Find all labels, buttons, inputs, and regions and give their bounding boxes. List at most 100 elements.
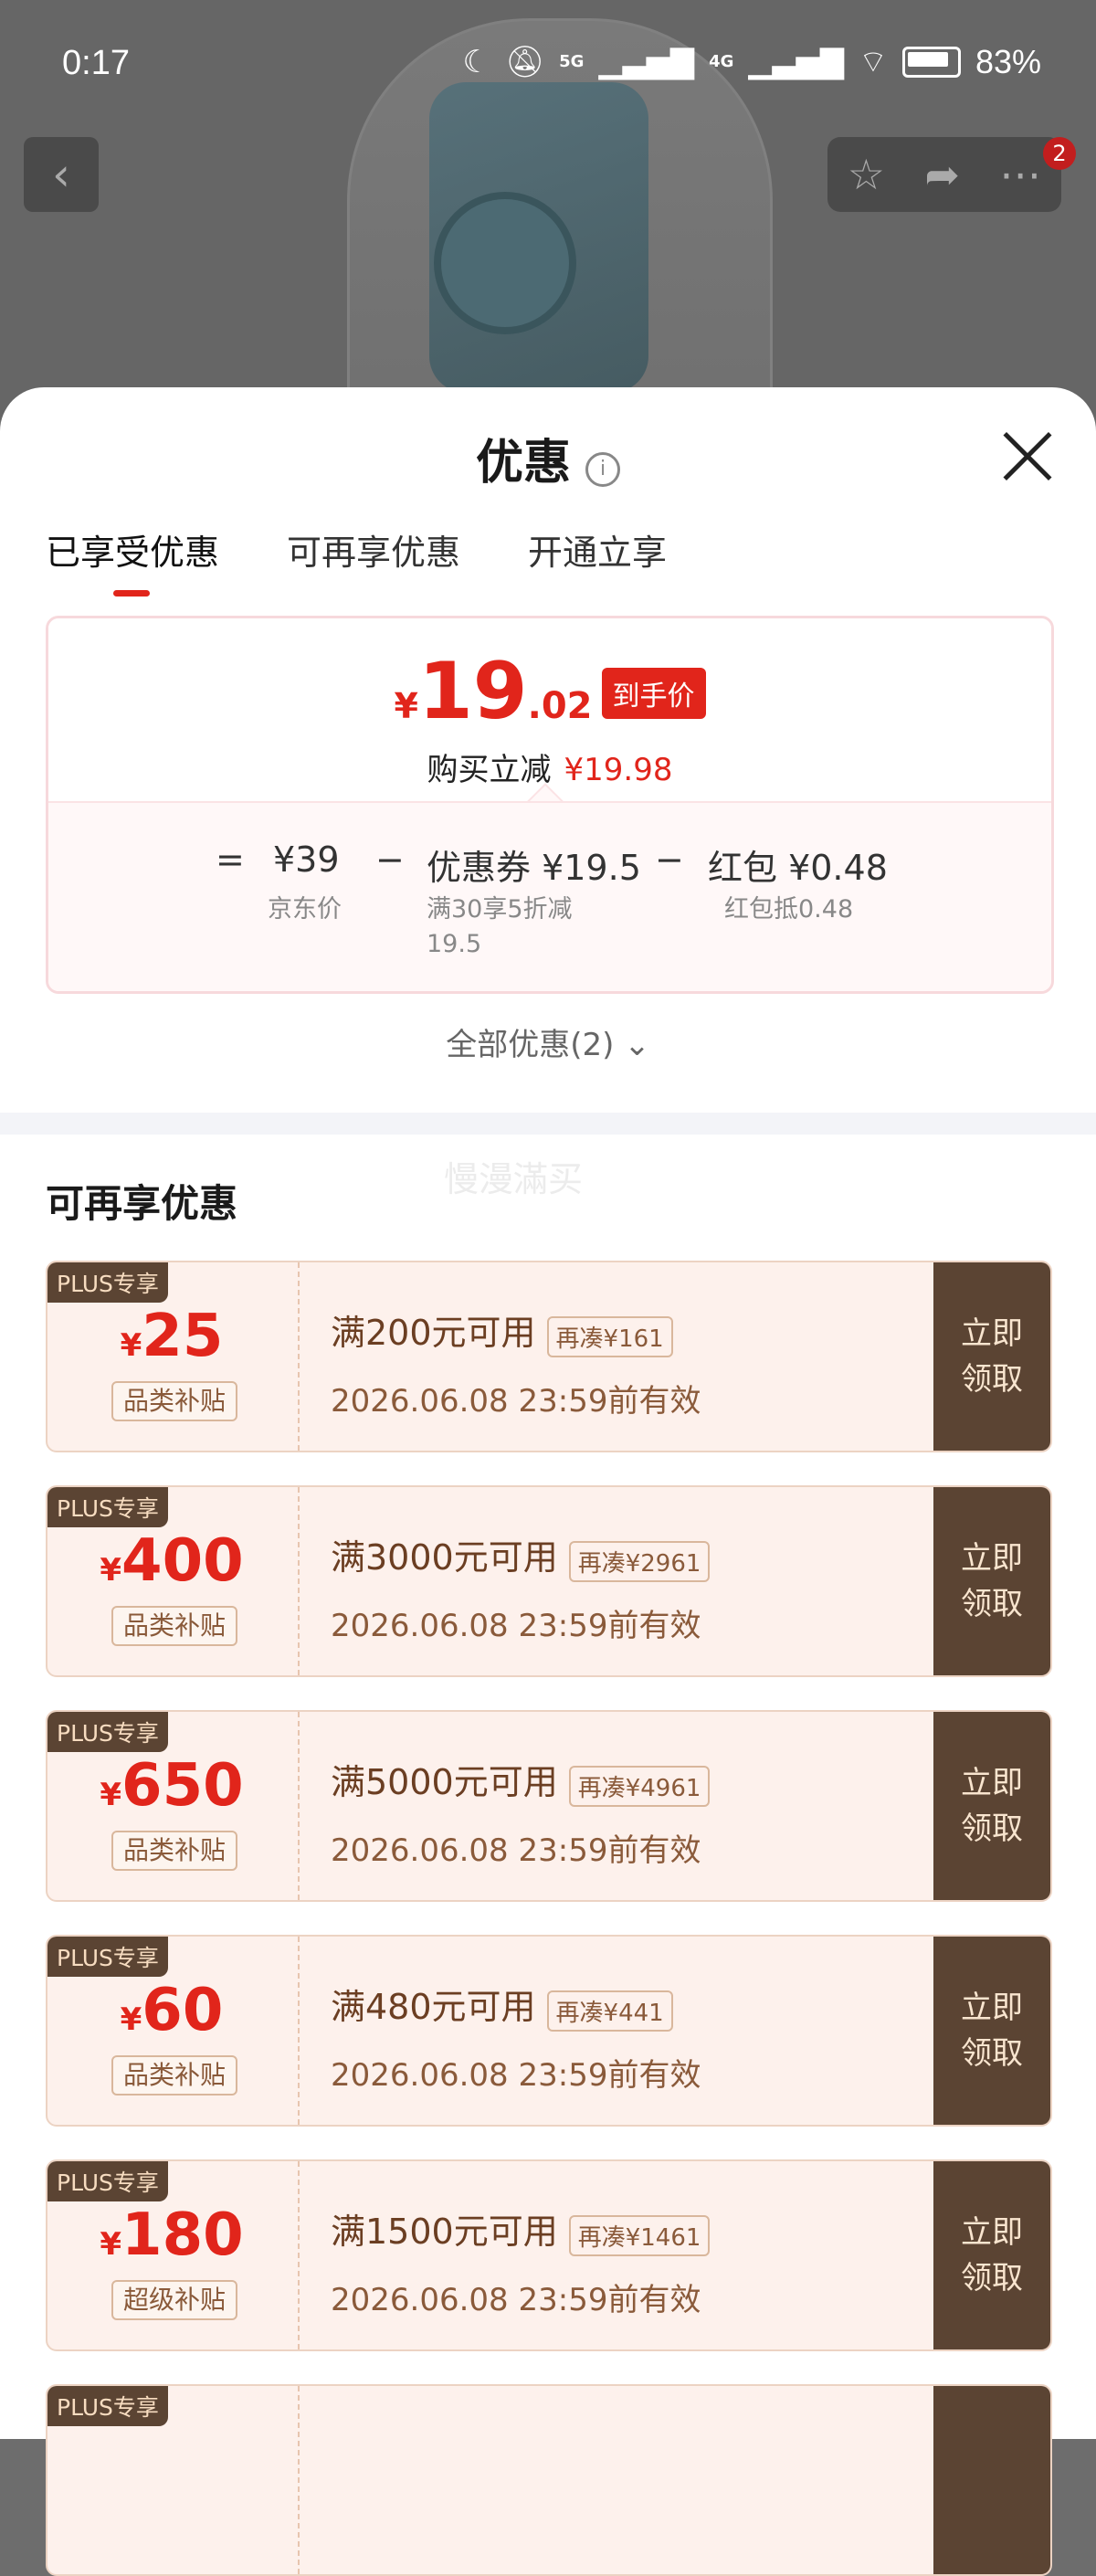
claim-button-label: 立即领取 [961,1765,1023,1847]
all-offers-toggle[interactable]: 全部优惠(2) ⌄ [0,1019,1096,1064]
claim-button-label: 立即领取 [961,2214,1023,2296]
signal-4g-label: 4G [709,52,734,71]
claim-coupon-button[interactable] [933,2386,1050,2574]
coupon-currency: ¥ [100,1777,122,1813]
coupon-card: PLUS专享 ¥650 品类补贴 满5000元可用 再凑¥4961 2026.06… [46,1710,1052,1902]
coupon-condition: 满1500元可用 [331,2212,558,2252]
price-integer: 19 [417,646,528,737]
coupon-category-tag: 超级补贴 [111,2280,237,2320]
share-icon[interactable]: ➦ [924,150,960,199]
plus-exclusive-tag: PLUS专享 [47,1712,168,1752]
coupon-gap-tag: 再凑¥1461 [568,2215,711,2256]
tab-enjoyed-offers[interactable]: 已享受优惠 [46,524,219,596]
coupon-currency: ¥ [100,2226,122,2263]
moon-icon: ☾ [462,43,490,80]
coupon-card: PLUS专享 ¥25 品类补贴 满200元可用 再凑¥161 2026.06.08… [46,1261,1052,1452]
claim-coupon-button[interactable]: 立即领取 [933,1487,1050,1675]
signal-5g-label: 5G [559,52,585,71]
equals-sign: = [216,839,245,880]
base-price-label: 京东价 [268,895,342,924]
coupon-validity: 2026.06.08 23:59前有效 [331,1832,701,1869]
instant-reduction: 购买立减 ¥19.98 [48,744,1051,789]
coupon-details: 满480元可用 再凑¥441 2026.06.08 23:59前有效 [331,1979,701,2095]
status-bar: 0:17 ☾ 🔕︎ 5G ▁▃▅▇ 4G ▁▃▅▇ ⌔ 83% [0,0,1096,128]
all-offers-label: 全部优惠(2) [446,1027,615,1063]
coupon-currency: ¥ [120,2001,142,2038]
coupon-perforation [298,1262,300,1451]
coupon-card: PLUS专享 ¥400 品类补贴 满3000元可用 再凑¥2961 2026.06… [46,1485,1052,1677]
coupon-validity: 2026.06.08 23:59前有效 [331,2282,701,2318]
coupon-gap-tag: 再凑¥161 [546,1316,673,1357]
redpack-value: 红包 ¥0.48 [708,848,888,888]
coupon-condition: 满200元可用 [331,1313,536,1353]
section-divider [0,1113,1096,1135]
plus-exclusive-tag: PLUS专享 [47,1937,168,1977]
coupon-details: 满3000元可用 再凑¥2961 2026.06.08 23:59前有效 [331,1529,711,1645]
watermark-text: 慢漫滿买 [444,1159,584,1199]
top-actions: ☆ ➦ ⋯ [827,137,1061,212]
coupon-amount-value: 25 [142,1303,224,1370]
coupon-condition: 满480元可用 [331,1987,536,2027]
claim-coupon-button[interactable]: 立即领取 [933,1937,1050,2125]
plus-exclusive-tag: PLUS专享 [47,2161,168,2201]
price-summary-card: ¥19.02 到手价 购买立减 ¥19.98 = ¥39 京东价 − 优惠券 ¥19… [46,616,1054,994]
signal-bars-icon-2: ▁▃▅▇ [748,43,844,80]
mute-icon: 🔕︎ [504,43,545,80]
product-toy-face-shape [434,192,576,334]
chevron-left-icon: ‹ [52,148,70,201]
plus-exclusive-tag: PLUS专享 [47,1262,168,1303]
reduction-label: 购买立减 [427,752,552,788]
coupon-value-area: PLUS专享 ¥650 品类补贴 [47,1712,296,1900]
claim-coupon-button[interactable]: 立即领取 [933,2161,1050,2349]
coupon-perforation [298,2161,300,2349]
redpack-desc: 红包抵0.48 [724,895,854,924]
battery-level: 83% [975,42,1041,80]
offer-tabs: 已享受优惠 可再享优惠 开通立享 [46,524,667,596]
claim-coupon-button[interactable]: 立即领取 [933,1712,1050,1900]
claim-button-label: 立即领取 [961,1990,1023,2072]
tab-more-offers[interactable]: 可再享优惠 [287,524,460,596]
minus-sign-2: − [655,839,684,880]
status-icons: ☾ 🔕︎ 5G ▁▃▅▇ 4G ▁▃▅▇ ⌔ 83% [463,42,1042,81]
final-price-tag: 到手价 [601,668,706,719]
claim-button-label: 立即领取 [961,1540,1023,1622]
coupon-value: 优惠券 ¥19.5 [427,848,641,888]
close-icon[interactable] [1001,429,1054,482]
coupon-condition: 满3000元可用 [331,1537,558,1578]
coupon-card: PLUS专享 ¥180 超级补贴 满1500元可用 再凑¥1461 2026.06… [46,2159,1052,2351]
coupon-details: 满200元可用 再凑¥161 2026.06.08 23:59前有效 [331,1304,701,1420]
coupon-amount-value: 650 [121,1752,244,1820]
coupon-category-tag: 品类补贴 [111,1831,237,1871]
coupon-gap-tag: 再凑¥4961 [568,1766,711,1807]
coupon-currency: ¥ [120,1327,142,1364]
tab-activate-offers[interactable]: 开通立享 [528,524,667,596]
coupon-amount-value: 60 [142,1977,224,2044]
signal-bars-icon: ▁▃▅▇ [598,43,695,80]
coupon-condition: 满5000元可用 [331,1762,558,1802]
coupon-amount: ¥650 [47,1752,296,1820]
coupon-validity: 2026.06.08 23:59前有效 [331,1383,701,1420]
coupon-category-tag: 品类补贴 [111,1606,237,1646]
final-price: ¥19.02 到手价 [48,646,1051,737]
coupon-details: 满5000元可用 再凑¥4961 2026.06.08 23:59前有效 [331,1754,711,1870]
coupon-amount: ¥60 [47,1977,296,2044]
price-decimal: .02 [527,685,593,727]
coupon-category-tag: 品类补贴 [111,2055,237,2096]
claim-coupon-button[interactable]: 立即领取 [933,1262,1050,1451]
coupon-amount: ¥180 [47,2201,296,2269]
plus-exclusive-tag: PLUS专享 [47,2386,168,2426]
back-button[interactable]: ‹ [24,137,99,212]
wifi-icon: ⌔ [858,44,888,80]
plus-exclusive-tag: PLUS专享 [47,1487,168,1527]
coupon-gap-tag: 再凑¥2961 [568,1541,711,1582]
reduction-amount: ¥19.98 [564,752,673,788]
coupon-amount: ¥400 [47,1527,296,1595]
info-icon[interactable]: i [585,451,620,487]
battery-icon [901,46,961,78]
coupon-value-area: PLUS专享 [47,2386,296,2574]
coupon-amount-value: 180 [121,2201,244,2269]
more-offers-title: 可再享优惠 [46,1181,238,1226]
price-currency: ¥ [394,686,418,726]
more-icon[interactable]: ⋯ [999,150,1041,199]
star-icon[interactable]: ☆ [848,150,885,199]
